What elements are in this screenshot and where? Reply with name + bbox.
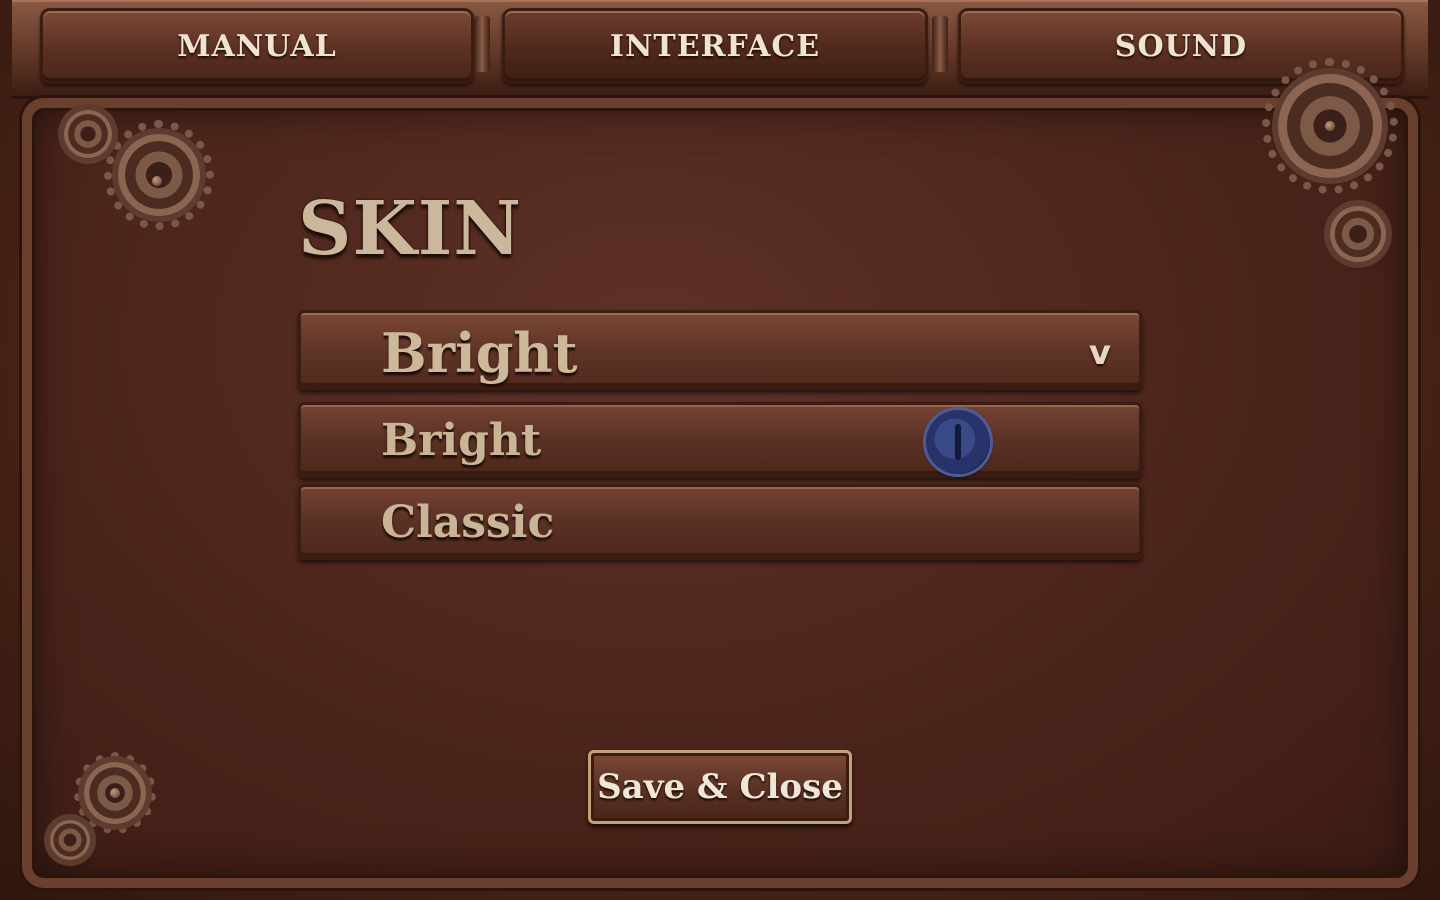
tab-divider [932,16,948,72]
chevron-down-icon: v [1088,333,1111,373]
skin-option-label: Bright [381,415,542,466]
save-and-close-label: Save & Close [597,767,843,807]
tab-manual-label: MANUAL [177,28,337,64]
skin-option-label: Classic [381,497,555,548]
skin-dropdown[interactable]: Bright v [298,310,1142,390]
tab-sound-label: SOUND [1114,28,1248,64]
cursor-knob-icon [926,410,990,474]
section-title-skin: SKIN [298,186,523,272]
tab-bar: MANUAL INTERFACE SOUND [12,0,1428,99]
skin-dropdown-selected: Bright [381,321,578,385]
tab-manual[interactable]: MANUAL [40,8,474,84]
tab-divider [474,16,490,72]
skin-option-bright[interactable]: Bright [298,402,1142,478]
skin-option-classic[interactable]: Classic [298,484,1142,560]
tab-interface-label: INTERFACE [609,28,821,64]
tab-interface[interactable]: INTERFACE [502,8,928,84]
save-and-close-button[interactable]: Save & Close [588,750,852,824]
